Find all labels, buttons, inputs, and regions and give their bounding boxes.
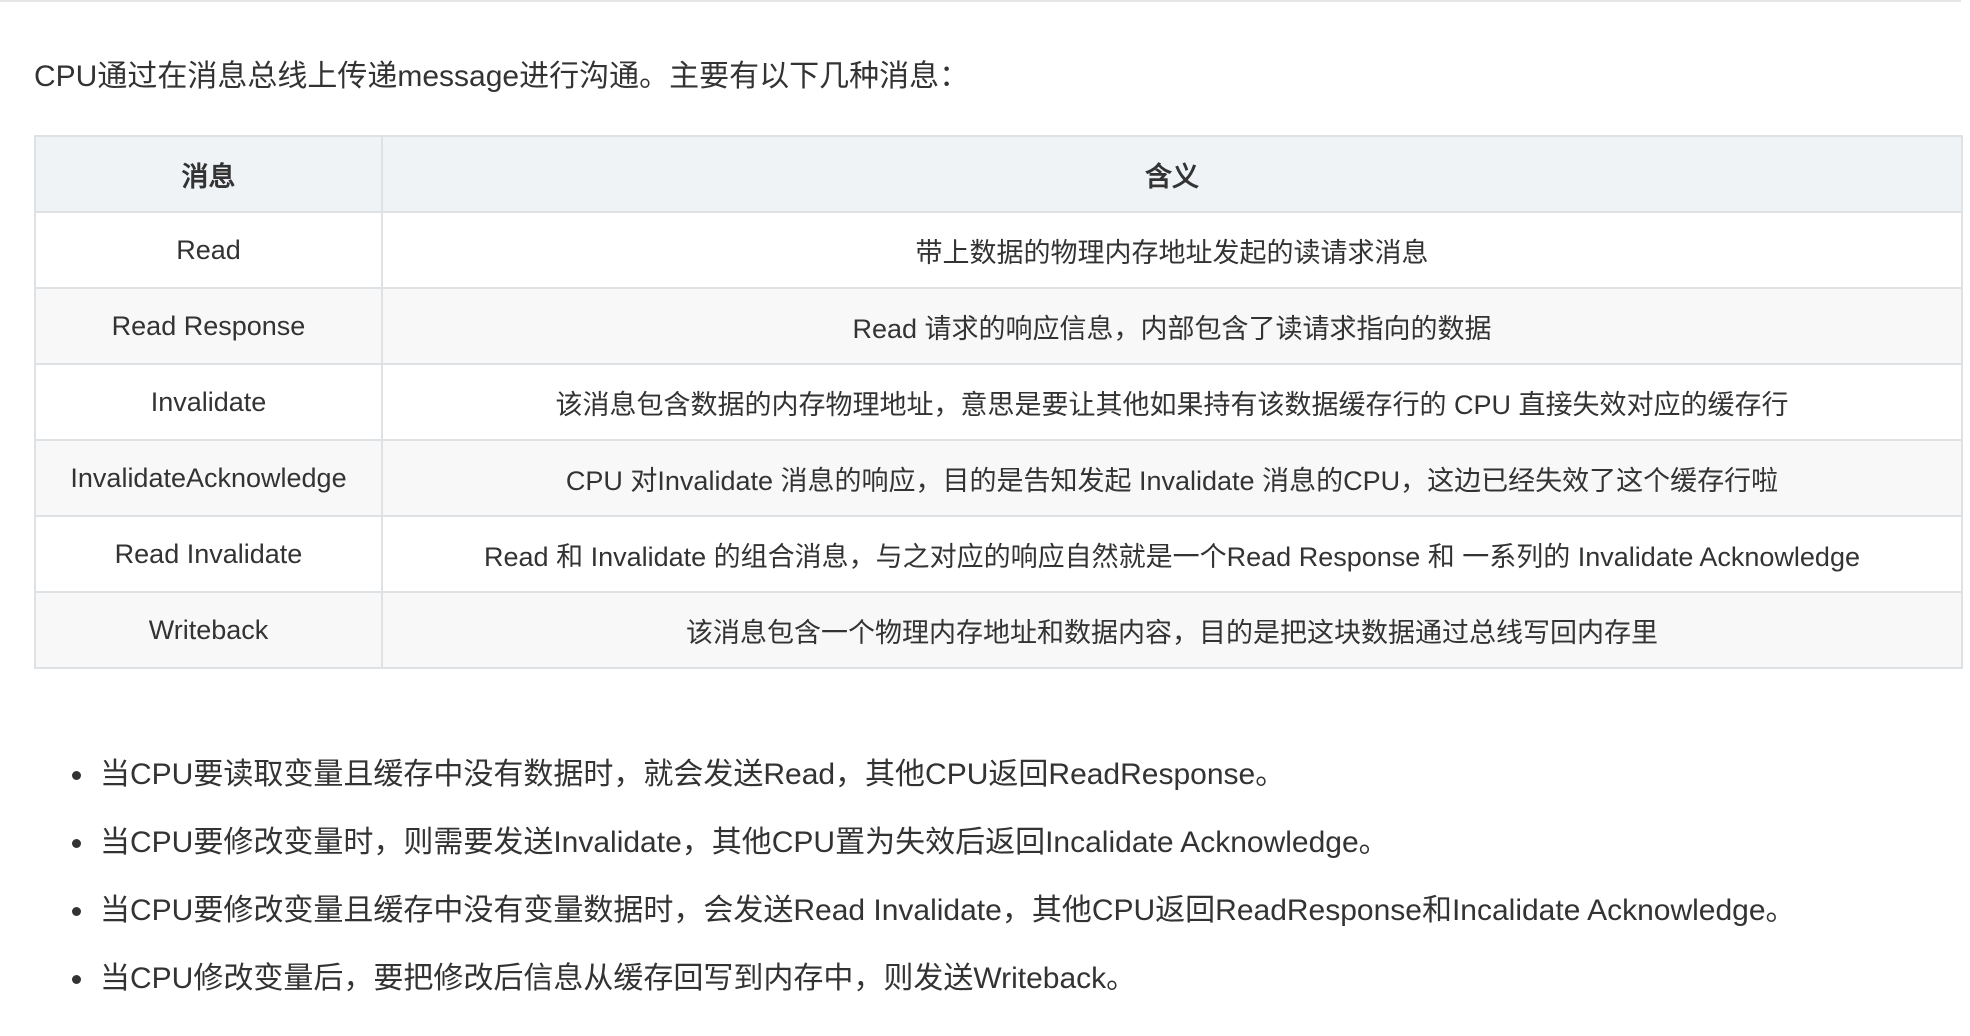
table-row: Read Response Read 请求的响应信息，内部包含了读请求指向的数据	[34, 287, 1963, 365]
cell-message: Read Response	[34, 287, 383, 365]
cell-meaning: CPU 对Invalidate 消息的响应，目的是告知发起 Invalidate…	[381, 439, 1963, 517]
message-table: 消息 含义 Read 带上数据的物理内存地址发起的读请求消息 Read Resp…	[34, 135, 1963, 669]
cell-message: Writeback	[34, 591, 383, 669]
table-body: Read 带上数据的物理内存地址发起的读请求消息 Read Response R…	[34, 211, 1963, 669]
header-meaning: 含义	[381, 135, 1963, 213]
intro-paragraph: CPU通过在消息总线上传递message进行沟通。主要有以下几种消息：	[34, 60, 970, 93]
list-item-text: 当CPU要修改变量时，则需要发送Invalidate，其他CPU置为失效后返回I…	[100, 826, 1389, 859]
list-item: 当CPU修改变量后，要把修改后信息从缓存回写到内存中，则发送Writeback。	[72, 945, 1960, 1013]
table-row: Read 带上数据的物理内存地址发起的读请求消息	[34, 211, 1963, 289]
table-header-row: 消息 含义	[34, 135, 1963, 213]
table-row: Invalidate 该消息包含数据的内存物理地址，意思是要让其他如果持有该数据…	[34, 363, 1963, 441]
notes-list: 当CPU要读取变量且缓存中没有数据时，就会发送Read，其他CPU返回ReadR…	[0, 741, 1960, 1013]
cell-meaning: Read 和 Invalidate 的组合消息，与之对应的响应自然就是一个Rea…	[381, 515, 1963, 593]
list-item: 当CPU要修改变量且缓存中没有变量数据时，会发送Read Invalidate，…	[72, 877, 1960, 945]
bullet-icon	[72, 839, 81, 848]
cell-meaning: 带上数据的物理内存地址发起的读请求消息	[381, 211, 1963, 289]
list-item-text: 当CPU要读取变量且缓存中没有数据时，就会发送Read，其他CPU返回ReadR…	[100, 758, 1286, 791]
bullet-icon	[72, 907, 81, 916]
list-item: 当CPU要修改变量时，则需要发送Invalidate，其他CPU置为失效后返回I…	[72, 809, 1960, 877]
top-divider	[0, 0, 1961, 2]
bullet-icon	[72, 771, 81, 780]
cell-message: Read	[34, 211, 383, 289]
list-item-text: 当CPU修改变量后，要把修改后信息从缓存回写到内存中，则发送Writeback。	[100, 962, 1137, 995]
bullet-icon	[72, 975, 81, 984]
table-header: 消息 含义	[34, 135, 1963, 213]
list-item: 当CPU要读取变量且缓存中没有数据时，就会发送Read，其他CPU返回ReadR…	[72, 741, 1960, 809]
cell-message: Read Invalidate	[34, 515, 383, 593]
cell-meaning: Read 请求的响应信息，内部包含了读请求指向的数据	[381, 287, 1963, 365]
cell-meaning: 该消息包含数据的内存物理地址，意思是要让其他如果持有该数据缓存行的 CPU 直接…	[381, 363, 1963, 441]
table-row: Read Invalidate Read 和 Invalidate 的组合消息，…	[34, 515, 1963, 593]
header-message: 消息	[34, 135, 383, 213]
cell-message: InvalidateAcknowledge	[34, 439, 383, 517]
list-item-text: 当CPU要修改变量且缓存中没有变量数据时，会发送Read Invalidate，…	[100, 894, 1796, 927]
cell-message: Invalidate	[34, 363, 383, 441]
cell-meaning: 该消息包含一个物理内存地址和数据内容，目的是把这块数据通过总线写回内存里	[381, 591, 1963, 669]
table-row: InvalidateAcknowledge CPU 对Invalidate 消息…	[34, 439, 1963, 517]
table-row: Writeback 该消息包含一个物理内存地址和数据内容，目的是把这块数据通过总…	[34, 591, 1963, 669]
